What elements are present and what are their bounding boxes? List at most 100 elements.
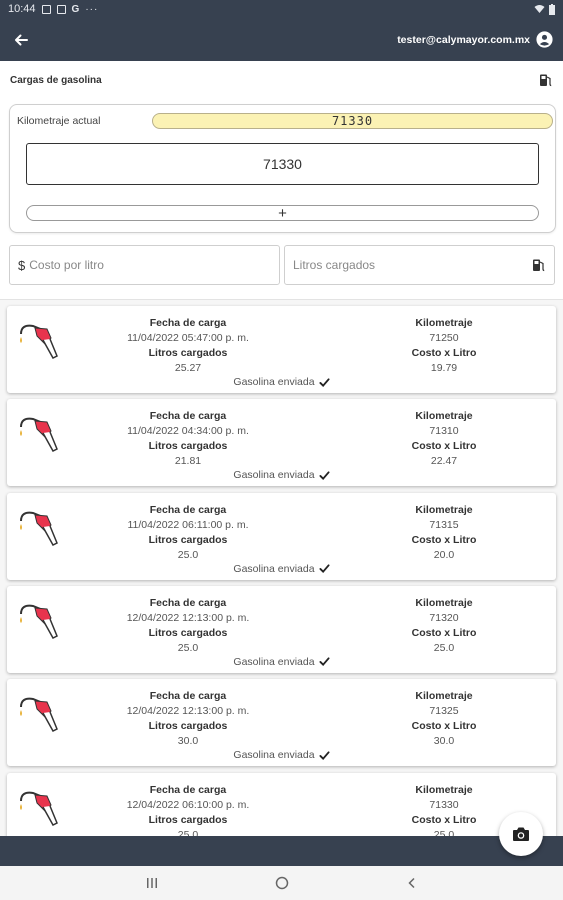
bottom-bar — [0, 836, 563, 866]
fuel-record-card[interactable]: Fecha de carga 11/04/2022 04:34:00 p. m.… — [7, 399, 556, 487]
recent-apps-button[interactable] — [142, 873, 162, 893]
costo-value: 22.47 — [430, 455, 458, 468]
system-nav-bar — [0, 866, 563, 900]
kilometraje-value: 71250 — [429, 332, 459, 344]
costo-label: Costo x Litro — [411, 626, 477, 639]
fuel-records-list[interactable]: Fecha de carga 11/04/2022 05:47:00 p. m.… — [0, 300, 563, 836]
checkmark-icon — [319, 471, 330, 480]
fecha-litros-column: Fecha de carga 11/04/2022 05:47:00 p. m.… — [107, 316, 269, 376]
litros-value: 25.27 — [174, 362, 202, 374]
status-text: Gasolina enviada — [233, 469, 315, 482]
cost-per-liter-placeholder: Costo por litro — [29, 258, 104, 272]
fuel-record-card[interactable]: Fecha de carga 11/04/2022 05:47:00 p. m.… — [7, 306, 556, 393]
odometer-display: 71330 — [152, 113, 553, 129]
litros-label: Litros cargados — [148, 626, 228, 639]
back-button[interactable] — [10, 29, 32, 51]
litros-value: 21.81 — [174, 455, 202, 468]
costo-value: 25.0 — [433, 828, 455, 837]
km-costo-column: Kilometraje 71330 Costo x Litro 25.0 — [379, 783, 509, 837]
litros-label: Litros cargados — [148, 813, 228, 826]
battery-icon — [549, 3, 555, 15]
fecha-litros-column: Fecha de carga 11/04/2022 06:11:00 p. m.… — [107, 503, 269, 563]
odometer-input[interactable]: 71330 — [26, 143, 539, 185]
fecha-litros-column: Fecha de carga 12/04/2022 06:10:00 p. m.… — [107, 783, 269, 837]
liters-loaded-field[interactable]: Litros cargados — [284, 245, 555, 285]
fuel-record-card[interactable]: Fecha de carga 12/04/2022 12:13:00 p. m.… — [7, 679, 556, 767]
fecha-value: 11/04/2022 06:11:00 p. m. — [127, 518, 249, 531]
google-icon: G — [71, 3, 80, 15]
kilometraje-label: Kilometraje — [415, 410, 473, 423]
km-costo-column: Kilometraje 71310 Costo x Litro 22.47 — [379, 409, 509, 469]
home-icon — [275, 876, 288, 890]
fuel-nozzle-icon — [20, 604, 58, 639]
fecha-litros-column: Fecha de carga 12/04/2022 12:13:00 p. m.… — [107, 689, 269, 749]
km-costo-column: Kilometraje 71315 Costo x Litro 20.0 — [379, 503, 509, 563]
fuel-nozzle-icon — [20, 417, 58, 453]
odometer-card: Kilometraje actual 71330 71330 + — [9, 104, 556, 233]
home-button[interactable] — [272, 873, 292, 893]
checkmark-icon — [319, 377, 330, 387]
status-text: Gasolina enviada — [233, 376, 315, 388]
more-notifications-icon: ··· — [85, 3, 99, 15]
fecha-value: 12/04/2022 12:13:00 p. m. — [126, 705, 250, 718]
costo-label: Costo x Litro — [411, 813, 477, 826]
km-costo-column: Kilometraje 71325 Costo x Litro 30.0 — [379, 689, 509, 749]
cost-per-liter-field[interactable]: $ Costo por litro — [9, 245, 280, 285]
litros-label: Litros cargados — [148, 347, 228, 359]
fuel-nozzle-icon — [20, 511, 58, 546]
fecha-value: 11/04/2022 05:47:00 p. m. — [127, 332, 249, 344]
arrow-back-icon — [15, 34, 28, 45]
fecha-label: Fecha de carga — [149, 503, 227, 516]
add-odometer-button[interactable]: + — [26, 205, 539, 221]
odometer-label: Kilometraje actual — [17, 115, 101, 127]
record-status: Gasolina enviada — [7, 469, 556, 481]
section-header: Cargas de gasolina — [0, 61, 563, 99]
chevron-left-icon — [407, 877, 415, 889]
status-text: Gasolina enviada — [233, 562, 315, 575]
kilometraje-label: Kilometraje — [415, 690, 473, 703]
fecha-litros-column: Fecha de carga 11/04/2022 04:34:00 p. m.… — [107, 409, 269, 469]
camera-icon — [513, 827, 529, 841]
back-nav-button[interactable] — [402, 873, 422, 893]
checkmark-icon — [319, 564, 330, 574]
costo-value: 20.0 — [433, 548, 455, 561]
liters-loaded-placeholder: Litros cargados — [293, 258, 376, 272]
fecha-label: Fecha de carga — [149, 783, 227, 796]
fuel-record-card[interactable]: Fecha de carga 11/04/2022 06:11:00 p. m.… — [7, 492, 556, 580]
camera-button[interactable] — [499, 812, 543, 856]
record-status: Gasolina enviada — [7, 656, 556, 668]
app-bar: tester@calymayor.com.mx — [0, 18, 563, 61]
fuel-nozzle-icon — [20, 697, 58, 733]
fuel-nozzle-icon — [20, 324, 58, 359]
dollar-icon: $ — [18, 257, 26, 273]
record-status: Gasolina enviada — [7, 749, 556, 761]
status-bar: 10:44 G ··· — [0, 0, 563, 18]
record-status: Gasolina enviada — [7, 376, 556, 388]
user-account[interactable]: tester@calymayor.com.mx — [397, 31, 553, 48]
costo-label: Costo x Litro — [411, 533, 477, 546]
fecha-label: Fecha de carga — [149, 596, 227, 609]
costo-value: 19.79 — [430, 362, 458, 374]
fuel-nozzle-icon — [20, 791, 58, 826]
costo-value: 30.0 — [433, 735, 455, 748]
status-text: Gasolina enviada — [233, 655, 315, 668]
fuel-station-icon — [533, 259, 545, 272]
checkmark-icon — [319, 751, 330, 760]
section-title: Cargas de gasolina — [10, 74, 102, 86]
km-costo-column: Kilometraje 71320 Costo x Litro 25.0 — [379, 596, 509, 656]
kilometraje-value: 71310 — [429, 425, 459, 438]
kilometraje-label: Kilometraje — [415, 596, 473, 609]
fecha-label: Fecha de carga — [149, 317, 227, 329]
fuel-record-card[interactable]: Fecha de carga 12/04/2022 12:13:00 p. m.… — [7, 585, 556, 673]
fuel-record-card[interactable]: Fecha de carga 12/04/2022 06:10:00 p. m.… — [7, 772, 556, 837]
km-costo-column: Kilometraje 71250 Costo x Litro 19.79 — [379, 316, 509, 376]
litros-value: 25.0 — [177, 828, 199, 837]
record-status: Gasolina enviada — [7, 563, 556, 575]
litros-value: 25.0 — [177, 641, 199, 654]
checkmark-icon — [319, 657, 330, 667]
fecha-value: 12/04/2022 12:13:00 p. m. — [126, 611, 250, 624]
kilometraje-value: 71315 — [429, 518, 459, 531]
account-circle-icon — [536, 31, 553, 48]
status-text: Gasolina enviada — [233, 749, 315, 762]
litros-value: 25.0 — [177, 548, 199, 561]
